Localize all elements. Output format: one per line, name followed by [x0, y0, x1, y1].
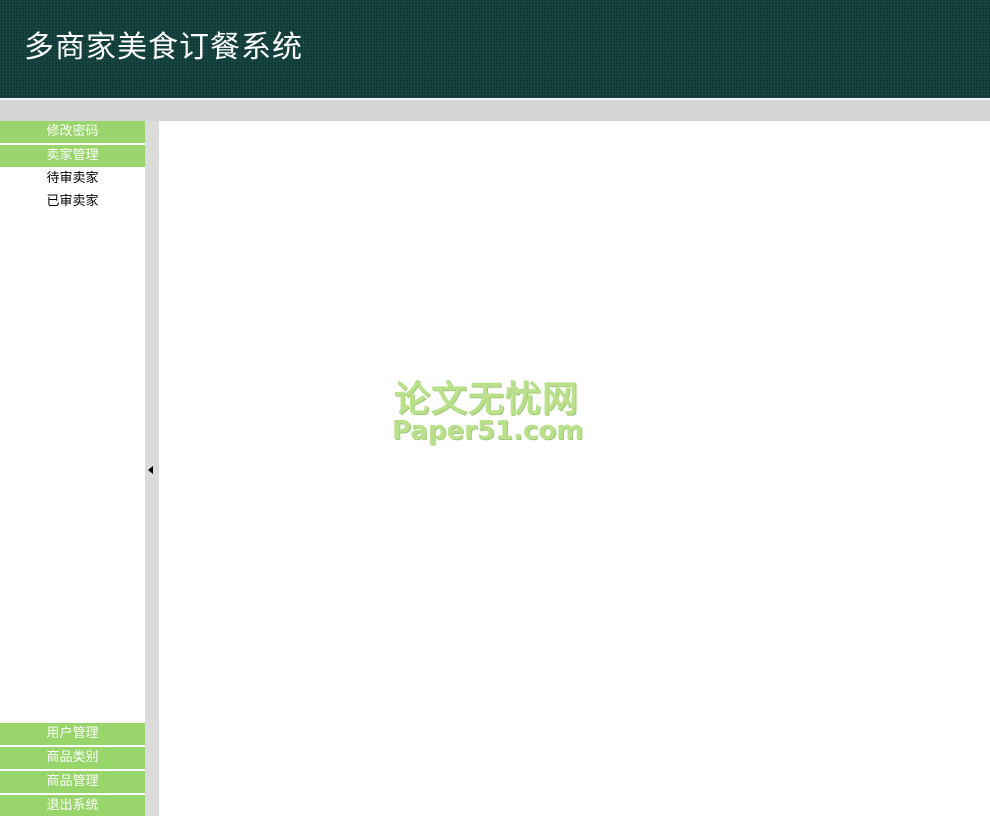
menu-user-management[interactable]: 用户管理	[0, 723, 145, 747]
menu-label: 用户管理	[46, 726, 99, 741]
menu-label: 退出系统	[46, 798, 99, 813]
menu-label: 商品类别	[46, 750, 99, 765]
sidebar-menu: 修改密码 卖家管理 待审卖家 已审卖家 用户管理 商品类别 商品管理 退出系统	[0, 121, 145, 816]
menu-seller-management[interactable]: 卖家管理	[0, 145, 145, 169]
watermark-logo: 论文无忧网 Paper51.com	[392, 370, 602, 450]
menu-product-categories[interactable]: 商品类别	[0, 747, 145, 771]
main-content-frame	[159, 121, 990, 816]
header-divider-bar	[0, 98, 990, 121]
triangle-left-icon[interactable]	[148, 466, 153, 474]
menu-label: 修改密码	[46, 124, 99, 139]
header-banner: 多商家美食订餐系统	[0, 0, 990, 98]
menu-label: 卖家管理	[46, 148, 99, 163]
page-title: 多商家美食订餐系统	[24, 30, 303, 65]
menu-product-management[interactable]: 商品管理	[0, 771, 145, 795]
menu-change-password[interactable]: 修改密码	[0, 121, 145, 145]
watermark-url-text: Paper51.com	[392, 416, 584, 446]
menu-label: 商品管理	[46, 774, 99, 789]
submenu-pending-sellers[interactable]: 待审卖家	[0, 168, 145, 190]
watermark-chinese-text: 论文无忧网	[394, 379, 580, 420]
menu-logout[interactable]: 退出系统	[0, 795, 145, 816]
submenu-approved-sellers[interactable]: 已审卖家	[0, 191, 145, 213]
